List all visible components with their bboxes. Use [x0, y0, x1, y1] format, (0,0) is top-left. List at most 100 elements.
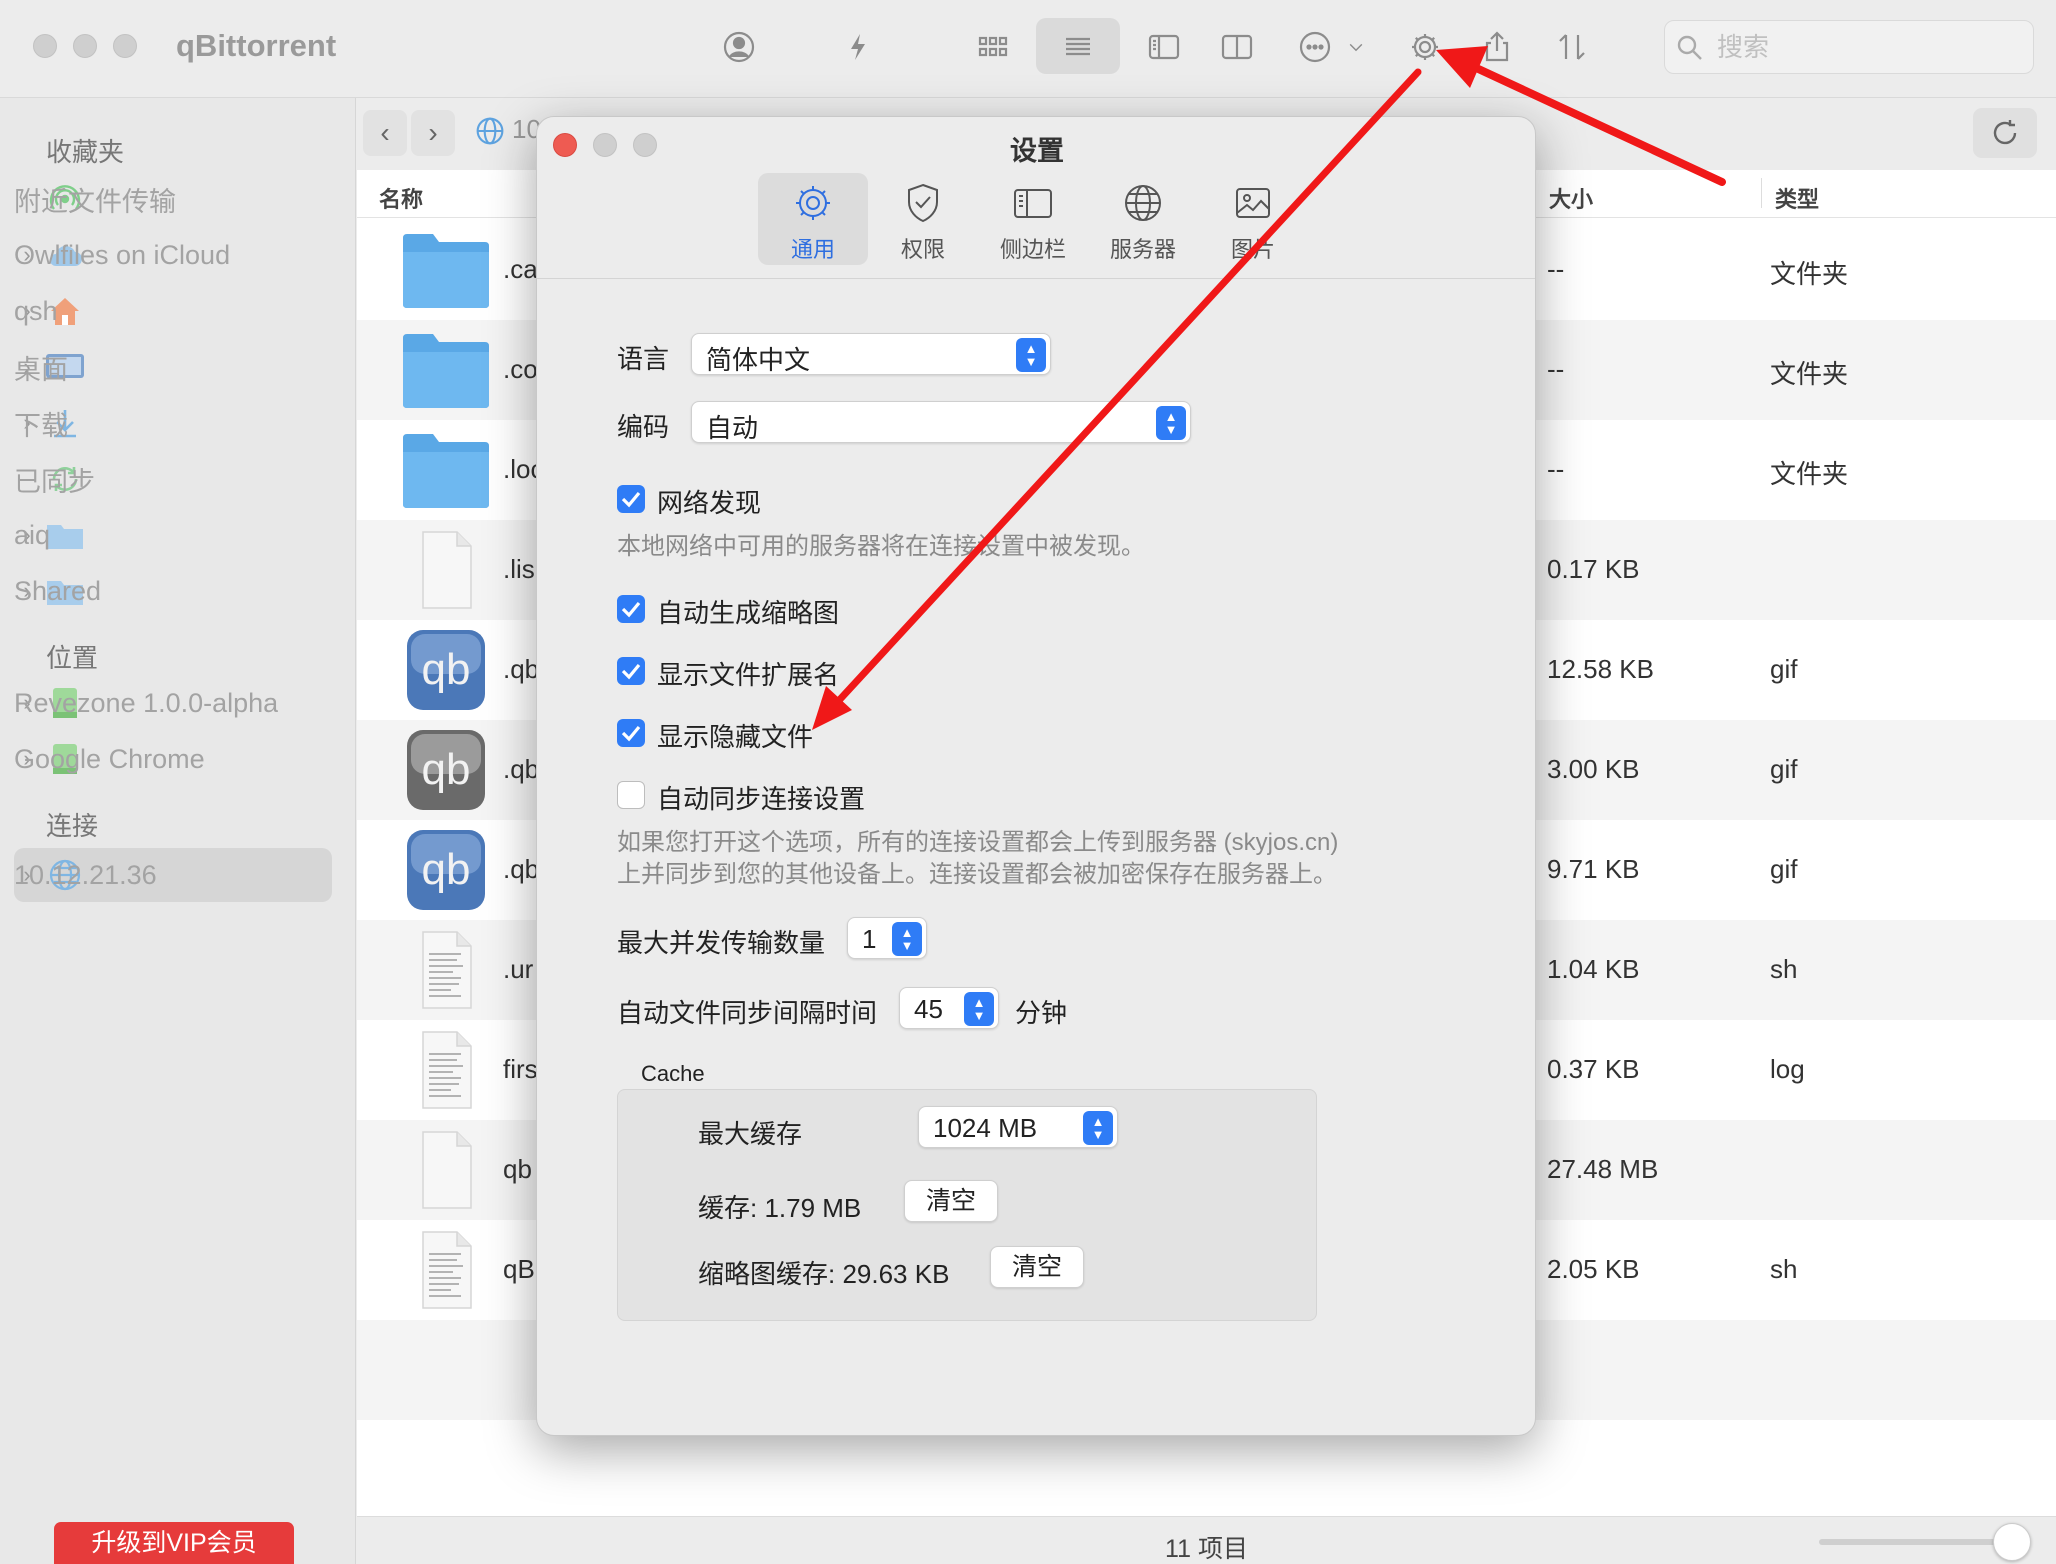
show-hidden-files-label: 显示隐藏文件 — [657, 722, 814, 752]
file-name: .co — [503, 354, 538, 384]
language-select[interactable]: 简体中文 ▲ ▼ — [691, 333, 1051, 375]
encoding-select[interactable]: 自动 ▲ ▼ — [691, 401, 1191, 443]
sync-interval-stepper[interactable]: 45 ▲ ▼ — [899, 987, 999, 1029]
show-extension-checkbox[interactable] — [617, 657, 645, 685]
sidebar-item-label: Shared — [14, 575, 102, 606]
sidebar-item-label: 10.12.21.36 — [14, 859, 157, 890]
sidebar-item-icloud[interactable]: › Owlfiles on iCloud — [14, 228, 354, 282]
bolt-icon[interactable] — [833, 22, 883, 72]
file-size: 9.71 KB — [1547, 854, 1640, 884]
refresh-button[interactable] — [1973, 108, 2037, 158]
file-name: .ca — [503, 254, 538, 284]
network-discovery-hint: 本地网络中可用的服务器将在连接设置中被发现。 — [617, 533, 1145, 560]
status-bar: 11 项目 — [357, 1516, 2056, 1564]
auto-thumbnail-checkbox[interactable] — [617, 595, 645, 623]
user-circle-icon[interactable] — [714, 22, 764, 72]
settings-tab-bar: 设置 通用 权限 侧边栏 服务器 图片 — [537, 117, 1535, 279]
sidebar-item-airdrop[interactable]: 附近文件传输 — [14, 172, 354, 226]
sidebar-item-server-connection[interactable]: › 10.12.21.36 — [14, 848, 332, 902]
clear-cache-button[interactable]: 清空 — [904, 1180, 998, 1222]
file-size: 0.37 KB — [1547, 1054, 1640, 1084]
encoding-label: 编码 — [617, 412, 670, 442]
gear-icon[interactable] — [1400, 22, 1450, 72]
sidebar-item-synced[interactable]: 已同步 — [14, 452, 354, 506]
list-view-icon[interactable] — [1053, 22, 1103, 72]
shield-icon — [908, 183, 938, 223]
text-file-icon — [401, 1230, 491, 1310]
sidebar-item-label: 桌面 — [14, 354, 68, 385]
chevron-down-icon[interactable] — [1336, 22, 1376, 72]
network-discovery-checkbox[interactable] — [617, 485, 645, 513]
file-name: .lis — [503, 554, 535, 584]
sidebar-item-aiq[interactable]: › aiq — [14, 508, 354, 562]
window-close-button[interactable] — [33, 34, 57, 58]
forward-button[interactable]: › — [411, 110, 455, 156]
file-icon — [401, 530, 491, 610]
file-type: 文件夹 — [1770, 459, 1849, 489]
cache-group-title: Cache — [641, 1061, 705, 1086]
split-view-icon[interactable] — [1212, 22, 1262, 72]
search-field[interactable] — [1664, 20, 2034, 74]
file-size: 27.48 MB — [1547, 1154, 1659, 1184]
more-icon[interactable] — [1290, 22, 1340, 72]
sidebar-item-downloads[interactable]: › 下载 — [14, 396, 354, 450]
back-button[interactable]: ‹ — [363, 110, 407, 156]
dialog-title: 设置 — [1010, 136, 1064, 166]
file-size: -- — [1547, 454, 1565, 484]
search-input[interactable] — [1717, 29, 2017, 65]
zoom-slider-track[interactable] — [1819, 1539, 2009, 1545]
cache-group: 最大缓存 1024 MB ▲ ▼ 缓存: 1.79 MB 清空 缩略图缓存: 29… — [617, 1089, 1317, 1321]
tab-permissions[interactable]: 权限 — [868, 173, 978, 265]
tab-images[interactable]: 图片 — [1198, 173, 1308, 265]
column-type-header[interactable]: 类型 — [1775, 182, 1819, 214]
clear-thumbnail-cache-button[interactable]: 清空 — [990, 1246, 1084, 1288]
file-icon — [401, 1130, 491, 1210]
chevron-up-down-icon: ▲ ▼ — [1156, 406, 1186, 440]
folder-icon — [401, 230, 491, 310]
auto-sync-checkbox[interactable] — [617, 781, 645, 809]
thumbnail-cache-label: 缩略图缓存: 29.63 KB — [698, 1259, 950, 1289]
window-minimize-button[interactable] — [73, 34, 97, 58]
show-hidden-files-checkbox[interactable] — [617, 719, 645, 747]
sidebar-item-label: aiq — [14, 519, 51, 550]
sidebar-toggle-icon[interactable] — [1139, 22, 1189, 72]
sidebar-item-google-chrome[interactable]: › Google Chrome — [14, 732, 354, 786]
file-name: firs — [503, 1054, 538, 1084]
grid-view-icon[interactable] — [968, 22, 1018, 72]
max-cache-select[interactable]: 1024 MB ▲ ▼ — [918, 1106, 1118, 1148]
sidebar-item-label: Revezone 1.0.0-alpha — [14, 687, 279, 718]
window-zoom-button[interactable] — [113, 34, 137, 58]
column-name-header[interactable]: 名称 — [379, 182, 423, 214]
sidebar-item-label: Google Chrome — [14, 743, 205, 774]
chevron-up-down-icon[interactable]: ▲ ▼ — [964, 992, 994, 1026]
gear-icon — [796, 186, 830, 220]
image-icon — [1236, 188, 1270, 218]
tab-sidebar[interactable]: 侧边栏 — [978, 173, 1088, 265]
chevron-up-down-icon: ▲ ▼ — [1083, 1111, 1113, 1145]
sidebar-item-label: 附近文件传输 — [14, 186, 176, 217]
qb-blue-icon: qb — [401, 630, 491, 710]
search-icon — [1677, 35, 1702, 60]
chevron-up-down-icon[interactable]: ▲ ▼ — [892, 922, 922, 956]
sidebar-item-revezone[interactable]: › Revezone 1.0.0-alpha — [14, 676, 354, 730]
tab-general[interactable]: 通用 — [758, 173, 868, 265]
network-discovery-label: 网络发现 — [657, 488, 762, 518]
file-type: sh — [1770, 1254, 1798, 1284]
sidebar-item-label: qsh — [14, 295, 58, 326]
zoom-slider-knob[interactable] — [1993, 1523, 2031, 1561]
upgrade-vip-button[interactable]: 升级到VIP会员 — [54, 1522, 294, 1564]
max-cache-label: 最大缓存 — [698, 1119, 803, 1149]
app-title: qBittorrent — [176, 28, 337, 63]
tab-servers[interactable]: 服务器 — [1088, 173, 1198, 265]
share-icon[interactable] — [1472, 22, 1522, 72]
max-transfers-stepper[interactable]: 1 ▲ ▼ — [847, 917, 927, 959]
sidebar-icon — [1014, 189, 1052, 218]
column-size-header[interactable]: 大小 — [1549, 182, 1593, 214]
sidebar-item-desktop[interactable]: › 桌面 — [14, 340, 354, 394]
file-size: -- — [1547, 254, 1565, 284]
sidebar-item-home[interactable]: › qsh — [14, 284, 354, 338]
svg-text:qb: qb — [422, 645, 471, 694]
sidebar-item-shared[interactable]: › Shared — [14, 564, 354, 618]
sidebar-header-connections: 连接 — [46, 811, 99, 841]
sort-icon[interactable] — [1547, 22, 1597, 72]
